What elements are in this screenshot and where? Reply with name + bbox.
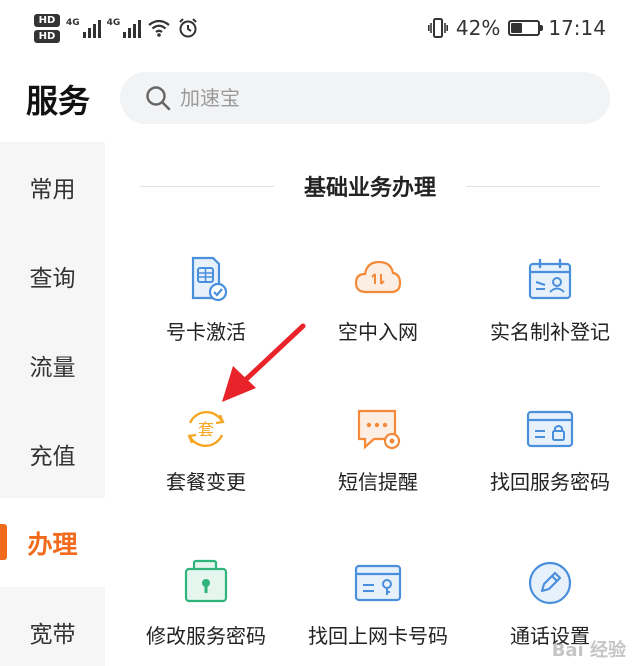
hd-badges: HD HD: [34, 13, 60, 43]
pen-circle-icon: [523, 556, 577, 610]
package-change-icon: 套: [179, 402, 233, 456]
svg-text:套: 套: [198, 420, 214, 439]
vibrate-icon: [427, 18, 448, 38]
cloud-transfer-icon: [351, 252, 405, 306]
service-modify-password[interactable]: 修改服务密码: [120, 556, 292, 666]
battery-percent: 42%: [455, 16, 501, 40]
status-bar: HD HD 4G 4G 42% 17:14: [0, 0, 636, 56]
service-label: 修改服务密码: [146, 624, 266, 648]
sidebar-item-data[interactable]: 流量: [0, 320, 105, 409]
network-type-2: 4G: [106, 18, 121, 28]
status-right: 42% 17:14: [427, 16, 606, 40]
service-label: 找回上网卡号码: [308, 624, 448, 648]
sms-settings-icon: [351, 402, 405, 456]
sidebar-item-handle[interactable]: 办理: [0, 498, 105, 587]
divider-right: [466, 185, 601, 187]
section-header: 基础业务办理: [140, 170, 601, 202]
hd-badge-1: HD: [34, 13, 60, 27]
search-bar[interactable]: [120, 72, 610, 124]
service-sim-activate[interactable]: 号卡激活: [120, 252, 292, 382]
divider-left: [140, 185, 274, 187]
sidebar-item-label: 常用: [29, 176, 76, 203]
sidebar-item-label: 流量: [29, 354, 76, 381]
status-left: HD HD 4G 4G: [34, 13, 199, 43]
sidebar-item-label: 办理: [27, 529, 78, 559]
signal-icon-1: 4G: [66, 18, 101, 38]
signal-icon-2: 4G: [107, 18, 142, 38]
section-title: 基础业务办理: [304, 176, 437, 201]
service-label: 找回服务密码: [490, 470, 610, 494]
sidebar-item-label: 宽带: [29, 621, 76, 648]
service-realname-register[interactable]: 实名制补登记: [464, 252, 636, 382]
service-label: 短信提醒: [338, 470, 418, 494]
id-card-calendar-icon: [523, 252, 577, 306]
page-title: 服务: [26, 82, 91, 120]
hd-badge-2: HD: [34, 29, 60, 43]
category-sidebar: 常用 查询 流量 充值 办理 宽带: [0, 142, 105, 666]
lock-box-icon: [179, 556, 233, 610]
sidebar-item-label: 查询: [29, 265, 76, 292]
sidebar-item-query[interactable]: 查询: [0, 231, 105, 320]
alarm-icon: [179, 18, 198, 38]
search-icon: [146, 86, 171, 111]
service-recover-password[interactable]: 找回服务密码: [464, 402, 636, 532]
service-air-network[interactable]: 空中入网: [292, 252, 464, 382]
service-sms-reminder[interactable]: 短信提醒: [292, 402, 464, 532]
service-label: 实名制补登记: [490, 320, 610, 344]
sidebar-item-broadband[interactable]: 宽带: [0, 587, 105, 666]
watermark: Bai 经验: [551, 640, 626, 661]
card-key-icon: [351, 556, 405, 610]
service-label: 套餐变更: [166, 470, 246, 494]
clock: 17:14: [548, 16, 606, 40]
sidebar-item-label: 充值: [29, 443, 76, 470]
service-label: 空中入网: [338, 320, 418, 344]
service-label: 号卡激活: [166, 320, 246, 344]
search-input[interactable]: [180, 86, 560, 110]
sidebar-item-common[interactable]: 常用: [0, 142, 105, 231]
service-recover-datacard[interactable]: 找回上网卡号码: [292, 556, 464, 666]
battery-icon: [508, 20, 544, 36]
sidebar-item-recharge[interactable]: 充值: [0, 409, 105, 498]
card-lock-icon: [523, 402, 577, 456]
wifi-icon: [148, 19, 170, 37]
service-package-change[interactable]: 套 套餐变更: [120, 402, 292, 532]
sim-card-check-icon: [179, 252, 233, 306]
network-type-1: 4G: [66, 18, 80, 28]
